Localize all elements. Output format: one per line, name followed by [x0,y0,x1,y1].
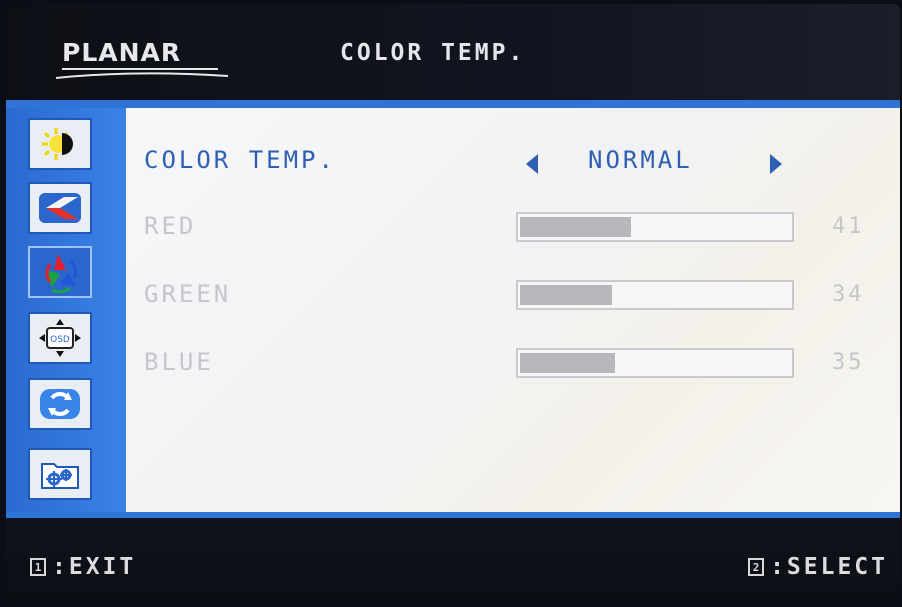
sun-contrast-icon [42,128,73,160]
svg-text:OSD: OSD [50,335,70,345]
folder-gear-icon [41,463,79,489]
green-label: GREEN [144,280,232,308]
green-value: 34 [832,282,865,307]
logo-swoosh [55,72,229,79]
osd-menu: PLANAR COLOR TEMP. OSD COLOR TEMP. NORMA… [6,4,900,604]
planar-logo: PLANAR [55,38,229,82]
exit-label: :EXIT [52,554,137,580]
sidebar-item-osd-settings[interactable]: OSD [28,312,92,364]
color-temp-label: COLOR TEMP. [144,146,336,174]
sidebar-item-brightness-contrast[interactable] [28,118,92,170]
exit-hint[interactable]: 1 :EXIT [30,554,136,580]
red-slider-fill [520,217,631,237]
red-value: 41 [832,214,865,239]
reset-arrows-icon [40,389,80,419]
green-slider-fill [520,285,612,305]
osd-header: PLANAR COLOR TEMP. [6,4,900,100]
blue-slider [516,348,794,378]
sidebar-item-misc[interactable] [28,448,92,500]
blue-slider-fill [520,353,615,373]
red-label: RED [144,212,197,240]
osd-footer: 1 :EXIT 2 :SELECT [6,518,900,604]
sidebar-item-color[interactable] [28,246,92,298]
color-temp-panel: COLOR TEMP. NORMAL RED 41 GREEN 34 BLUE … [126,108,900,512]
image-setup-icon [39,193,81,223]
sidebar-item-image-setup[interactable] [28,182,92,234]
frame-divider-top [6,100,900,108]
page-title: COLOR TEMP. [340,40,526,66]
select-hint[interactable]: 2 :SELECT [748,554,888,580]
key-2-icon: 2 [748,558,765,576]
arrow-right-icon[interactable] [768,152,784,176]
key-1-icon: 1 [30,558,46,576]
color-temp-value[interactable]: NORMAL [588,146,693,174]
osd-icon: OSD [39,319,81,357]
rgb-color-icon [45,254,77,294]
blue-value: 35 [832,350,865,375]
select-label: :SELECT [770,554,888,580]
brand-text: PLANAR [62,38,182,67]
green-slider [516,280,794,310]
sidebar-item-reset[interactable] [28,378,92,430]
red-slider [516,212,794,242]
sidebar: OSD [6,108,126,512]
arrow-left-icon[interactable] [524,152,540,176]
blue-label: BLUE [144,348,214,376]
